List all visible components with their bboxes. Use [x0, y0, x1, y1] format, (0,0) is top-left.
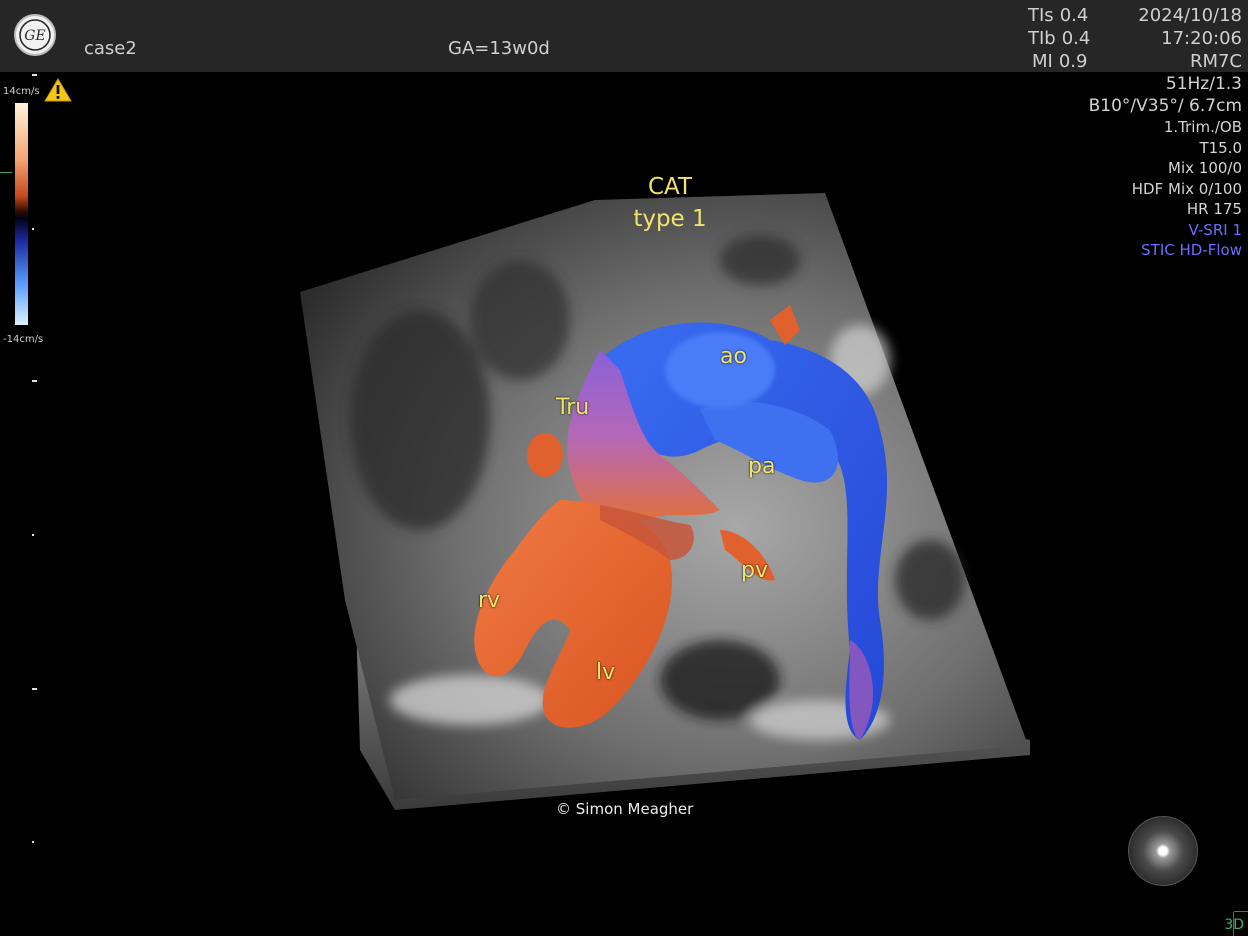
- label-lv: lv: [596, 660, 616, 685]
- label-rv: rv: [478, 588, 501, 613]
- label-ao: ao: [720, 344, 747, 369]
- label-pv: pv: [741, 558, 768, 583]
- diagnosis-line-1: CAT: [647, 174, 693, 200]
- copyright-notice: © Simon Meagher: [556, 800, 694, 818]
- label-tru: Tru: [556, 395, 590, 420]
- corner-marker: [1234, 911, 1248, 912]
- mode-indicator: 3D: [1224, 917, 1244, 933]
- diagnosis-line-2: type 1: [633, 206, 707, 232]
- label-pa: pa: [748, 454, 776, 479]
- orientation-sphere-icon[interactable]: [1128, 816, 1198, 886]
- diagnosis-label: CAT type 1: [630, 171, 710, 235]
- 3d-volume-render[interactable]: [0, 0, 1248, 936]
